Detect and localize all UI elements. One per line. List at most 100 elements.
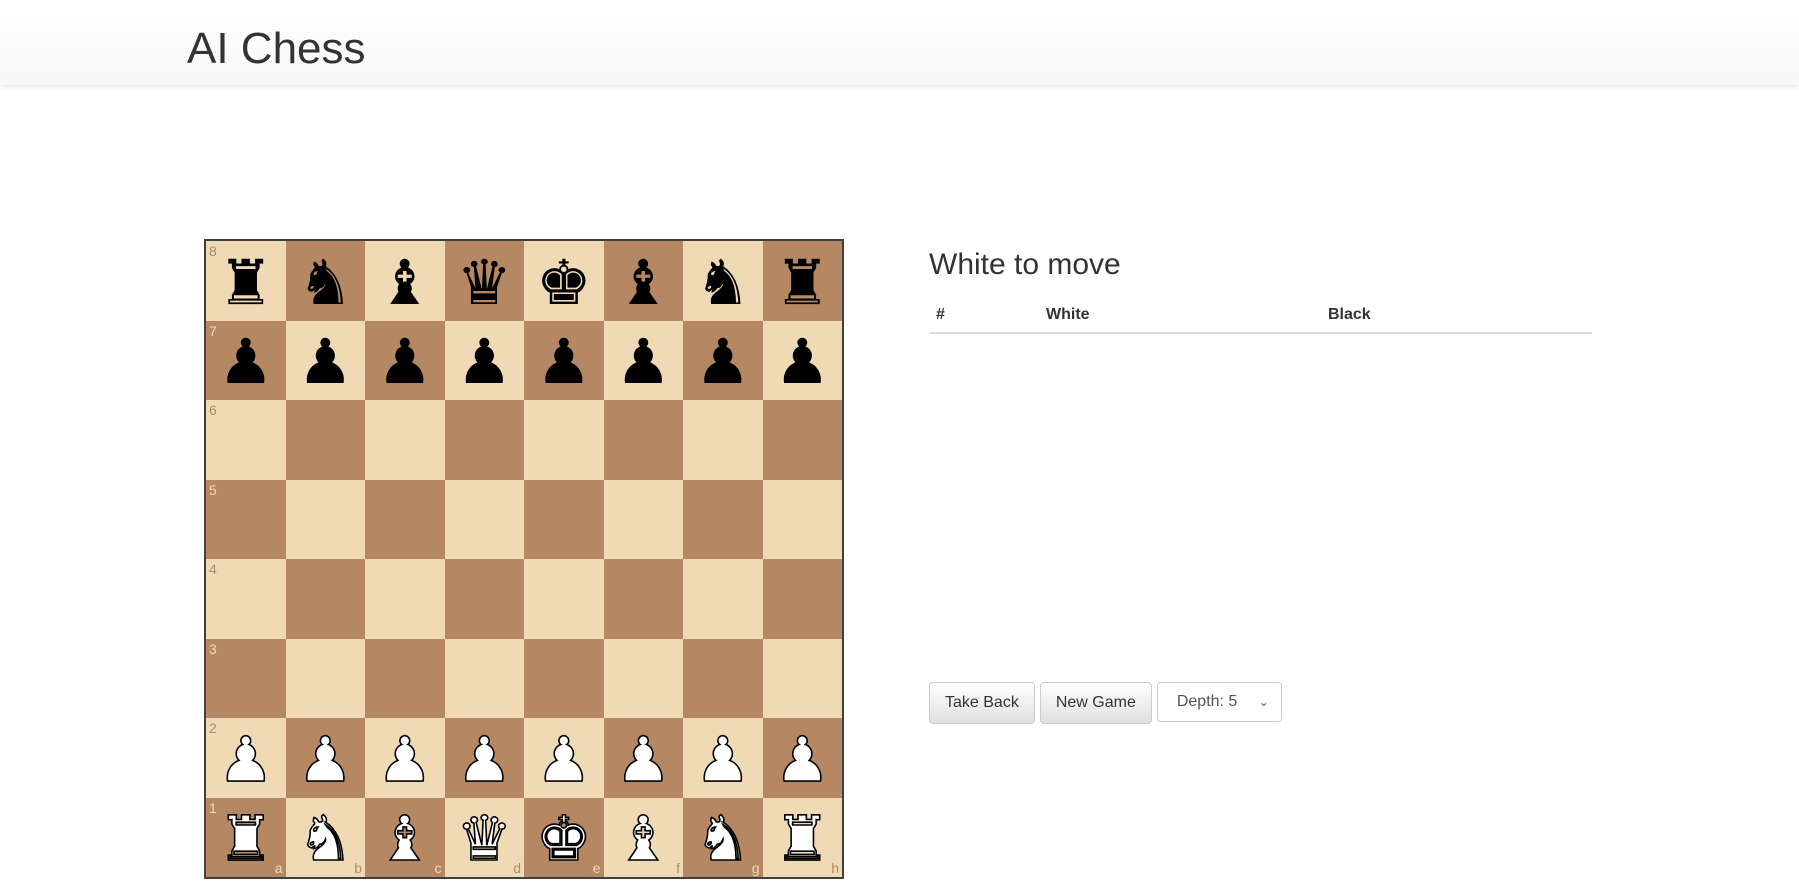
black-rook-piece[interactable]: ♜ — [218, 251, 274, 314]
square-h5[interactable] — [762, 479, 842, 559]
square-e8[interactable]: ♚ — [524, 241, 604, 321]
square-d7[interactable]: ♟ — [444, 320, 524, 400]
square-c4[interactable] — [365, 559, 445, 639]
square-f5[interactable] — [603, 479, 683, 559]
square-c6[interactable] — [365, 400, 445, 480]
square-e6[interactable] — [524, 400, 604, 480]
white-queen-piece[interactable]: ♛ — [456, 807, 513, 871]
square-d2[interactable]: ♟ — [444, 718, 524, 798]
square-h3[interactable] — [762, 638, 842, 718]
white-knight-piece[interactable]: ♞ — [694, 807, 751, 871]
black-pawn-piece[interactable]: ♟ — [536, 331, 592, 393]
square-f7[interactable]: ♟ — [603, 320, 683, 400]
square-b5[interactable] — [285, 479, 365, 559]
white-pawn-piece[interactable]: ♟ — [615, 727, 672, 791]
square-b6[interactable] — [285, 400, 365, 480]
app-title[interactable]: AI Chess — [187, 22, 366, 76]
white-rook-piece[interactable]: ♜ — [217, 807, 274, 871]
black-king-piece[interactable]: ♚ — [536, 251, 592, 314]
black-bishop-piece[interactable]: ♝ — [615, 251, 671, 314]
square-g1[interactable]: g ♞ — [683, 797, 763, 877]
black-bishop-piece[interactable]: ♝ — [377, 251, 433, 314]
square-g7[interactable]: ♟ — [683, 320, 763, 400]
square-d5[interactable] — [444, 479, 524, 559]
new-game-button[interactable]: New Game — [1039, 682, 1152, 724]
square-d6[interactable] — [444, 400, 524, 480]
black-pawn-piece[interactable]: ♟ — [297, 331, 353, 393]
square-d4[interactable] — [444, 559, 524, 639]
square-g3[interactable] — [683, 638, 763, 718]
black-rook-piece[interactable]: ♜ — [774, 251, 830, 314]
square-c3[interactable] — [365, 638, 445, 718]
white-pawn-piece[interactable]: ♟ — [774, 727, 831, 791]
square-f1[interactable]: f ♝ — [603, 797, 683, 877]
square-f8[interactable]: ♝ — [603, 241, 683, 321]
square-a1[interactable]: 1 a ♜ — [206, 797, 286, 877]
square-g4[interactable] — [683, 559, 763, 639]
black-pawn-piece[interactable]: ♟ — [615, 331, 671, 393]
square-c7[interactable]: ♟ — [365, 320, 445, 400]
square-g2[interactable]: ♟ — [683, 718, 763, 798]
black-knight-piece[interactable]: ♞ — [695, 251, 751, 314]
square-f4[interactable] — [603, 559, 683, 639]
square-g5[interactable] — [683, 479, 763, 559]
depth-select[interactable]: Depth: 5 ⌄ — [1156, 682, 1282, 722]
square-g8[interactable]: ♞ — [683, 241, 763, 321]
square-a3[interactable]: 3 — [206, 638, 286, 718]
square-b2[interactable]: ♟ — [285, 718, 365, 798]
black-pawn-piece[interactable]: ♟ — [218, 331, 274, 393]
square-d8[interactable]: ♛ — [444, 241, 524, 321]
take-back-button[interactable]: Take Back — [929, 682, 1035, 724]
square-b4[interactable] — [285, 559, 365, 639]
white-pawn-piece[interactable]: ♟ — [535, 727, 592, 791]
square-c1[interactable]: c ♝ — [365, 797, 445, 877]
white-bishop-piece[interactable]: ♝ — [376, 807, 433, 871]
square-b7[interactable]: ♟ — [285, 320, 365, 400]
square-e2[interactable]: ♟ — [524, 718, 604, 798]
white-pawn-piece[interactable]: ♟ — [456, 727, 513, 791]
square-a5[interactable]: 5 — [206, 479, 286, 559]
square-f3[interactable] — [603, 638, 683, 718]
square-a7[interactable]: 7 ♟ — [206, 320, 286, 400]
square-d3[interactable] — [444, 638, 524, 718]
square-h2[interactable]: ♟ — [762, 718, 842, 798]
square-e7[interactable]: ♟ — [524, 320, 604, 400]
square-a6[interactable]: 6 — [206, 400, 286, 480]
square-c8[interactable]: ♝ — [365, 241, 445, 321]
square-e4[interactable] — [524, 559, 604, 639]
square-a4[interactable]: 4 — [206, 559, 286, 639]
square-f2[interactable]: ♟ — [603, 718, 683, 798]
white-rook-piece[interactable]: ♜ — [774, 807, 831, 871]
square-g6[interactable] — [683, 400, 763, 480]
square-c5[interactable] — [365, 479, 445, 559]
white-bishop-piece[interactable]: ♝ — [615, 807, 672, 871]
square-b1[interactable]: b ♞ — [285, 797, 365, 877]
square-f6[interactable] — [603, 400, 683, 480]
black-pawn-piece[interactable]: ♟ — [456, 331, 512, 393]
white-pawn-piece[interactable]: ♟ — [376, 727, 433, 791]
square-h7[interactable]: ♟ — [762, 320, 842, 400]
square-e5[interactable] — [524, 479, 604, 559]
black-queen-piece[interactable]: ♛ — [456, 251, 512, 314]
square-b3[interactable] — [285, 638, 365, 718]
black-pawn-piece[interactable]: ♟ — [774, 331, 830, 393]
white-knight-piece[interactable]: ♞ — [297, 807, 354, 871]
chess-board[interactable]: 8 ♜ ♞ ♝ ♛ ♚ ♝ ♞ ♜ 7 ♟ ♟ ♟ ♟ ♟ ♟ ♟ ♟ 6 5 4 3 2 ♟ ♟ ♟ ♟ ♟ ♟ ♟ ♟ 1 a ♜ b ♞ c ♝ d ♛… — [204, 239, 844, 879]
white-pawn-piece[interactable]: ♟ — [217, 727, 274, 791]
square-c2[interactable]: ♟ — [365, 718, 445, 798]
square-h4[interactable] — [762, 559, 842, 639]
black-pawn-piece[interactable]: ♟ — [377, 331, 433, 393]
square-h8[interactable]: ♜ — [762, 241, 842, 321]
square-d1[interactable]: d ♛ — [444, 797, 524, 877]
white-pawn-piece[interactable]: ♟ — [694, 727, 751, 791]
white-king-piece[interactable]: ♚ — [535, 807, 592, 871]
square-h6[interactable] — [762, 400, 842, 480]
square-h1[interactable]: h ♜ — [762, 797, 842, 877]
square-b8[interactable]: ♞ — [285, 241, 365, 321]
black-pawn-piece[interactable]: ♟ — [695, 331, 751, 393]
white-pawn-piece[interactable]: ♟ — [297, 727, 354, 791]
square-e3[interactable] — [524, 638, 604, 718]
black-knight-piece[interactable]: ♞ — [297, 251, 353, 314]
square-e1[interactable]: e ♚ — [524, 797, 604, 877]
square-a2[interactable]: 2 ♟ — [206, 718, 286, 798]
